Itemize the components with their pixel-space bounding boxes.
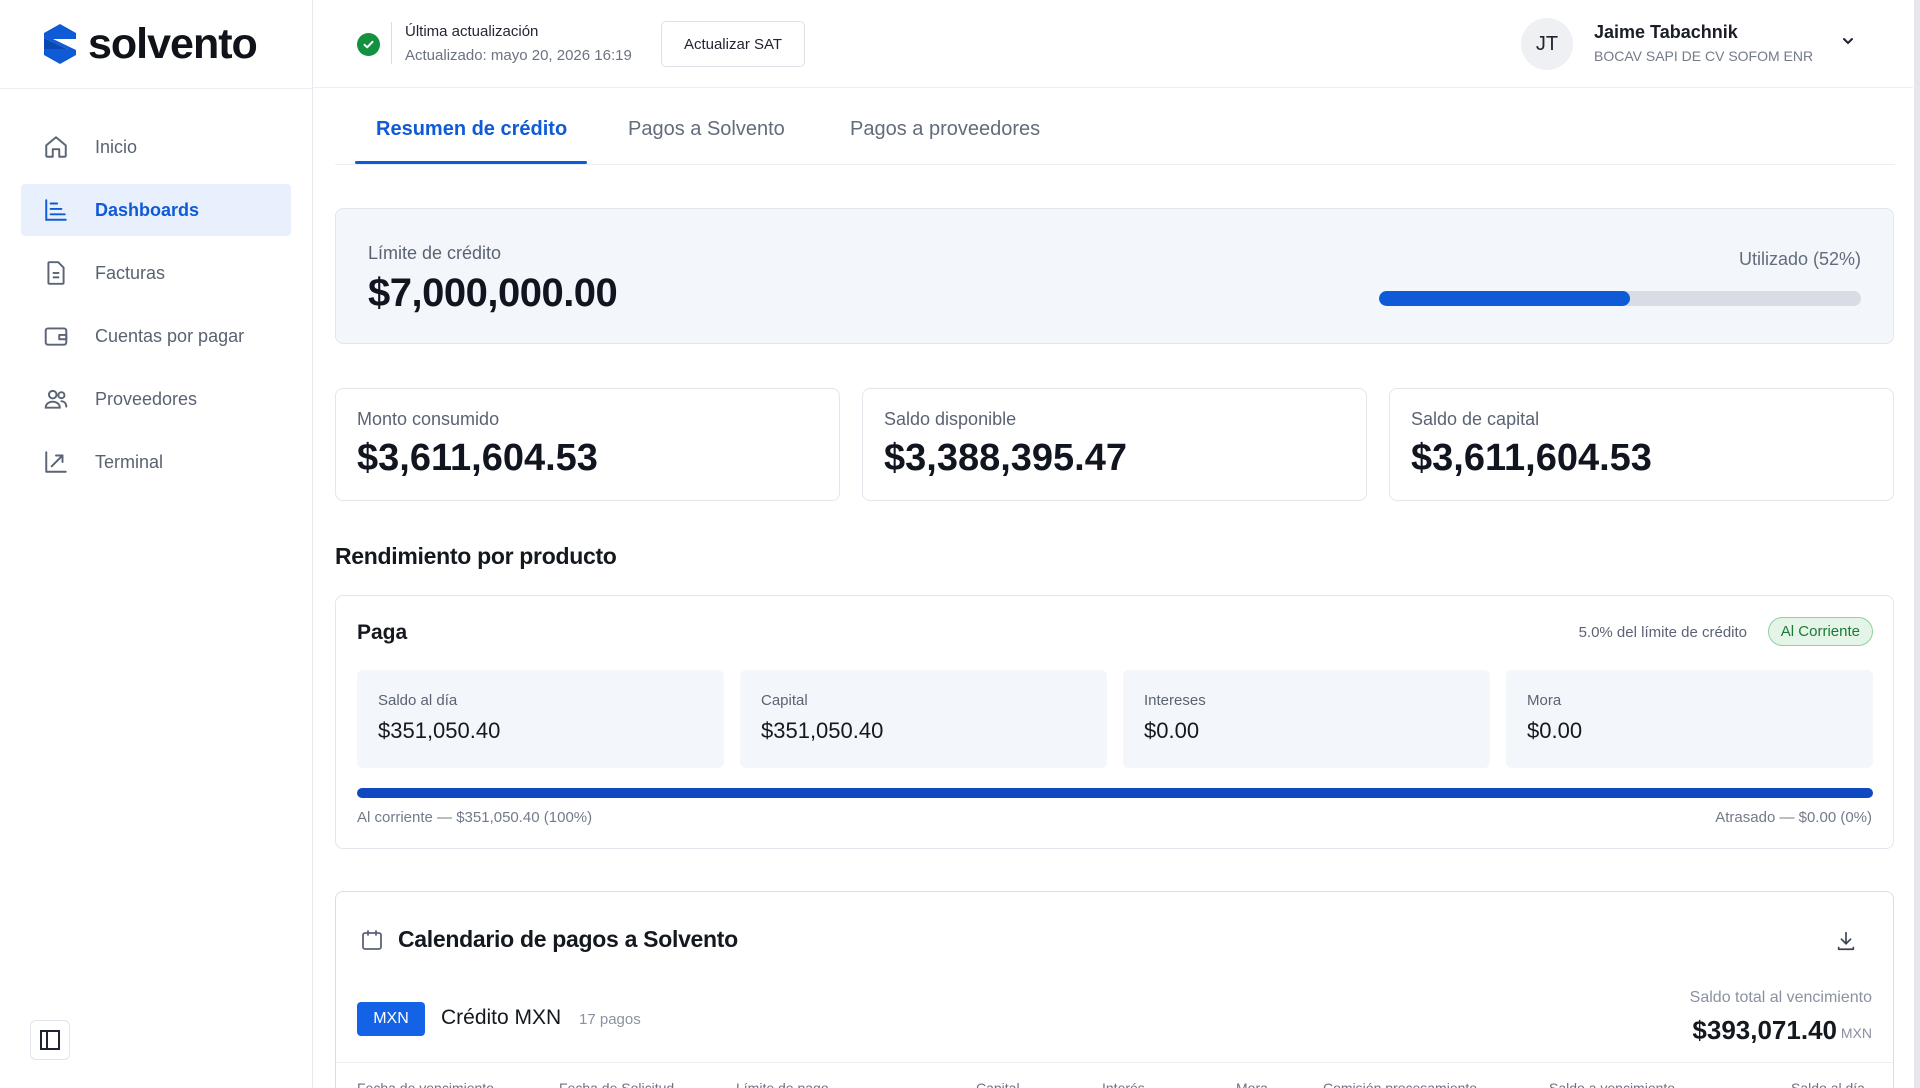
- stat-card-saldo-disponible: Saldo disponible $3,388,395.47: [862, 388, 1367, 501]
- users-icon: [44, 389, 68, 409]
- sidebar-item-cuentas-por-pagar[interactable]: Cuentas por pagar: [21, 310, 291, 362]
- credit-limit-percentage: 5.0% del límite de crédito: [1578, 624, 1747, 641]
- metric-value: $0.00: [1144, 718, 1200, 743]
- currency-badge: MXN: [357, 1002, 425, 1036]
- chevron-down-icon[interactable]: [1840, 33, 1856, 49]
- tab-resumen-de-credito[interactable]: Resumen de crédito: [376, 118, 567, 141]
- overdue-amount-label: Atrasado — $0.00 (0%): [1715, 809, 1872, 826]
- wallet-icon: [44, 327, 68, 346]
- used-percentage-label: Utilizado (52%): [1738, 249, 1861, 269]
- sidebar: solvento Inicio Dashboards Facturas Cuen…: [0, 0, 313, 1088]
- table-header-comision[interactable]: Comisión procesamiento: [1323, 1080, 1477, 1088]
- sidebar-collapse-button[interactable]: [30, 1020, 70, 1060]
- product-name: Paga: [357, 621, 408, 644]
- credit-limit-card: Límite de crédito $7,000,000.00 Utilizad…: [335, 208, 1894, 344]
- divider: [391, 22, 392, 64]
- credit-title: Crédito MXN: [441, 1006, 562, 1029]
- sidebar-item-terminal[interactable]: Terminal: [21, 436, 291, 488]
- table-header-limite-pago[interactable]: Límite de pago: [736, 1080, 829, 1088]
- metric-value: $351,050.40: [378, 718, 501, 743]
- table-header-fecha-solicitud[interactable]: Fecha de Solicitud: [559, 1080, 674, 1088]
- download-icon[interactable]: [1835, 930, 1857, 952]
- metric-label: Mora: [1527, 692, 1562, 709]
- section-title-rendimiento: Rendimiento por producto: [335, 543, 617, 569]
- tab-bar: Resumen de crédito Pagos a Solvento Pago…: [335, 88, 1895, 165]
- tab-pagos-a-proveedores[interactable]: Pagos a proveedores: [850, 118, 1040, 141]
- sidebar-item-label: Proveedores: [95, 388, 198, 409]
- logo[interactable]: solvento: [41, 19, 258, 68]
- total-balance-currency: MXN: [1840, 1025, 1872, 1041]
- status-badge: Al Corriente: [1767, 617, 1873, 646]
- metric-saldo-al-dia: Saldo al día $351,050.40: [357, 670, 724, 768]
- metric-label: Intereses: [1144, 692, 1206, 709]
- sidebar-item-proveedores[interactable]: Proveedores: [21, 373, 291, 425]
- tab-pagos-a-solvento[interactable]: Pagos a Solvento: [628, 118, 785, 141]
- current-amount-label: Al corriente — $351,050.40 (100%): [357, 809, 593, 826]
- logo-text: solvento: [88, 19, 258, 68]
- metric-value: $0.00: [1527, 718, 1583, 743]
- sidebar-item-dashboards[interactable]: Dashboards: [21, 184, 291, 236]
- solvento-logo-icon: [44, 24, 76, 64]
- check-circle-icon: [357, 33, 380, 56]
- sidebar-item-inicio[interactable]: Inicio: [21, 121, 291, 173]
- stat-label: Saldo disponible: [884, 409, 1017, 429]
- stat-value: $3,611,604.53: [357, 437, 598, 479]
- terminal-icon: [45, 451, 67, 473]
- home-icon: [45, 136, 67, 158]
- user-organization: BOCAV SAPI DE CV SOFOM ENR: [1594, 48, 1814, 64]
- active-tab-indicator: [355, 161, 587, 164]
- calendar-title: Calendario de pagos a Solvento: [398, 926, 738, 952]
- sidebar-item-label: Cuentas por pagar: [95, 325, 245, 346]
- table-header-fecha-vencimiento[interactable]: Fecha de vencimiento: [357, 1080, 494, 1088]
- table-header-saldo-al-dia[interactable]: Saldo al día: [1791, 1080, 1865, 1088]
- credit-limit-value: $7,000,000.00: [368, 271, 618, 315]
- stat-label: Monto consumido: [357, 409, 500, 429]
- payment-status-fill: [357, 788, 1873, 798]
- sidebar-item-label: Inicio: [95, 136, 138, 157]
- metric-label: Capital: [761, 692, 808, 709]
- document-icon: [47, 261, 65, 285]
- credit-usage-fill: [1379, 291, 1630, 306]
- divider: [0, 88, 313, 89]
- table-header-saldo-vencimiento[interactable]: Saldo a vencimiento: [1549, 1080, 1675, 1088]
- stat-value: $3,388,395.47: [884, 437, 1128, 479]
- metric-intereses: Intereses $0.00: [1123, 670, 1490, 768]
- sidebar-item-label: Facturas: [95, 262, 166, 283]
- user-name[interactable]: Jaime Tabachnik: [1594, 22, 1738, 43]
- table-header-interes[interactable]: Interés: [1102, 1080, 1145, 1088]
- last-update-timestamp: Actualizado: mayo 20, 2026 16:19: [405, 47, 632, 64]
- credit-limit-label: Límite de crédito: [368, 243, 502, 263]
- table-divider: [336, 1062, 1893, 1063]
- metric-value: $351,050.40: [761, 718, 884, 743]
- scrollbar[interactable]: [1914, 0, 1920, 1088]
- total-balance-label: Saldo total al vencimiento: [1689, 989, 1872, 1006]
- credit-usage-bar: [1379, 291, 1861, 306]
- payment-calendar-card: Calendario de pagos a Solvento MXN Crédi…: [335, 891, 1894, 1088]
- sidebar-nav: Inicio Dashboards Facturas Cuentas por p…: [21, 121, 291, 499]
- metric-capital: Capital $351,050.40: [740, 670, 1107, 768]
- table-header-mora[interactable]: Mora: [1236, 1080, 1268, 1088]
- stat-label: Saldo de capital: [1411, 409, 1540, 429]
- total-balance-value: $393,071.40: [1692, 1015, 1837, 1045]
- sidebar-item-facturas[interactable]: Facturas: [21, 247, 291, 299]
- product-card-paga: Paga 5.0% del límite de crédito Al Corri…: [335, 595, 1894, 849]
- metric-label: Saldo al día: [378, 692, 458, 709]
- sidebar-item-label: Dashboards: [95, 199, 200, 220]
- calendar-icon: [362, 930, 382, 950]
- stat-value: $3,611,604.53: [1411, 437, 1652, 479]
- stat-card-monto-consumido: Monto consumido $3,611,604.53: [335, 388, 840, 501]
- bar-chart-icon: [45, 199, 67, 221]
- last-update-title: Última actualización: [405, 23, 539, 40]
- payments-count: 17 pagos: [579, 1011, 641, 1028]
- table-header-capital[interactable]: Capital: [976, 1080, 1020, 1088]
- sidebar-toggle-icon: [40, 1030, 60, 1050]
- top-header: Última actualización Actualizado: mayo 2…: [313, 0, 1913, 88]
- stat-card-saldo-de-capital: Saldo de capital $3,611,604.53: [1389, 388, 1894, 501]
- sidebar-item-label: Terminal: [95, 451, 164, 472]
- update-sat-button[interactable]: Actualizar SAT: [661, 21, 805, 67]
- avatar[interactable]: JT: [1521, 18, 1573, 70]
- metric-mora: Mora $0.00: [1506, 670, 1873, 768]
- payment-status-bar: [357, 788, 1873, 798]
